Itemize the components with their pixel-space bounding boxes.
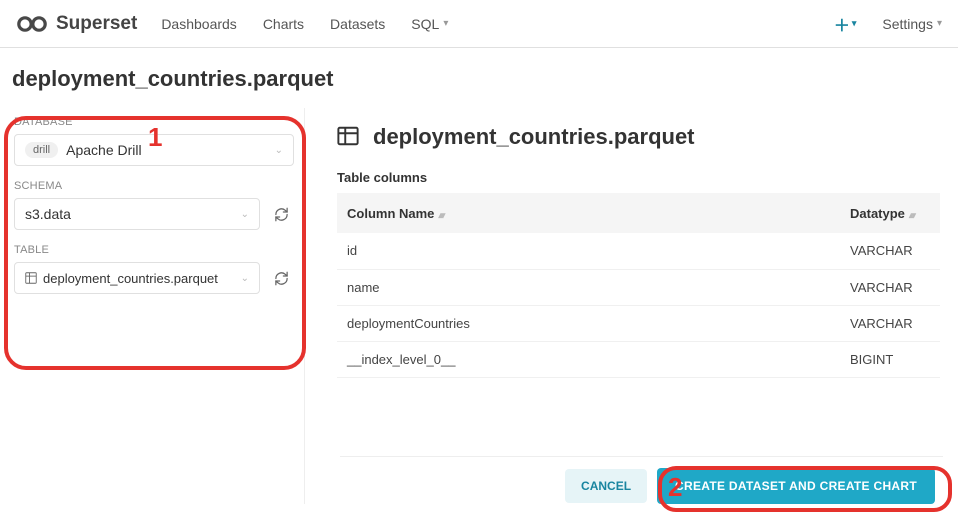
col-header-name[interactable]: Column Name▴▾ <box>337 193 840 233</box>
page-title: deployment_countries.parquet <box>0 48 958 108</box>
schema-value: s3.data <box>25 206 71 222</box>
reload-table-button[interactable] <box>268 265 294 291</box>
chevron-down-icon: ⌄ <box>241 273 249 284</box>
sort-icon: ▴▾ <box>909 210 914 220</box>
refresh-icon <box>274 271 289 286</box>
nav-charts[interactable]: Charts <box>263 16 304 32</box>
cell-type: VARCHAR <box>840 233 940 269</box>
logo-text: Superset <box>56 13 137 35</box>
header-right: ＋▾ Settings ▾ <box>834 12 942 36</box>
add-button[interactable]: ＋▾ <box>834 12 857 36</box>
left-panel: DATABASE drill Apache Drill ⌄ SCHEMA s3.… <box>0 108 305 504</box>
table-icon <box>25 272 37 284</box>
cancel-button[interactable]: CANCEL <box>565 469 647 503</box>
nav-dashboards[interactable]: Dashboards <box>161 16 237 32</box>
cell-name: deploymentCountries <box>337 305 840 341</box>
reload-schema-button[interactable] <box>268 201 294 227</box>
superset-logo-icon <box>16 15 50 33</box>
table-header-row: Column Name▴▾ Datatype▴▾ <box>337 193 940 233</box>
main: DATABASE drill Apache Drill ⌄ SCHEMA s3.… <box>0 108 958 504</box>
app-header: Superset Dashboards Charts Datasets SQL … <box>0 0 958 48</box>
cell-name: __index_level_0__ <box>337 341 840 377</box>
database-value: Apache Drill <box>66 142 141 158</box>
nav-datasets[interactable]: Datasets <box>330 16 385 32</box>
table-icon <box>337 125 359 150</box>
cell-name: id <box>337 233 840 269</box>
logo[interactable]: Superset <box>16 13 137 35</box>
chevron-down-icon: ⌄ <box>275 145 283 156</box>
cell-type: VARCHAR <box>840 269 940 305</box>
table-label: TABLE <box>14 244 294 256</box>
table-row: __index_level_0__ BIGINT <box>337 341 940 377</box>
chevron-down-icon: ▾ <box>443 18 448 29</box>
database-badge: drill <box>25 142 58 158</box>
cell-type: VARCHAR <box>840 305 940 341</box>
columns-table: Column Name▴▾ Datatype▴▾ id VARCHAR name… <box>337 193 940 378</box>
create-dataset-and-create-chart-button[interactable]: CREATE DATASET AND CREATE CHART <box>657 468 935 504</box>
nav-items: Dashboards Charts Datasets SQL ▾ <box>161 16 448 32</box>
table-row: name VARCHAR <box>337 269 940 305</box>
settings-label: Settings <box>882 16 933 32</box>
table-title-row: deployment_countries.parquet <box>337 120 940 150</box>
schema-label: SCHEMA <box>14 180 294 192</box>
table-value: deployment_countries.parquet <box>43 271 218 286</box>
table-columns-label: Table columns <box>337 170 940 185</box>
footer: CANCEL CREATE DATASET AND CREATE CHART <box>340 456 943 514</box>
chevron-down-icon: ⌄ <box>241 209 249 220</box>
database-select[interactable]: drill Apache Drill ⌄ <box>14 134 294 166</box>
table-row: deploymentCountries VARCHAR <box>337 305 940 341</box>
chevron-down-icon: ▾ <box>937 18 942 29</box>
nav-sql[interactable]: SQL ▾ <box>411 16 448 32</box>
table-select[interactable]: deployment_countries.parquet ⌄ <box>14 262 260 294</box>
col-header-type[interactable]: Datatype▴▾ <box>840 193 940 233</box>
table-name: deployment_countries.parquet <box>373 124 695 150</box>
cell-name: name <box>337 269 840 305</box>
database-label: DATABASE <box>14 116 294 128</box>
settings-menu[interactable]: Settings ▾ <box>882 16 942 32</box>
table-row: id VARCHAR <box>337 233 940 269</box>
chevron-down-icon: ▾ <box>852 18 857 29</box>
cell-type: BIGINT <box>840 341 940 377</box>
right-panel: deployment_countries.parquet Table colum… <box>337 108 958 504</box>
schema-select[interactable]: s3.data ⌄ <box>14 198 260 230</box>
refresh-icon <box>274 207 289 222</box>
sort-icon: ▴▾ <box>438 210 443 220</box>
nav-sql-label: SQL <box>411 16 439 32</box>
